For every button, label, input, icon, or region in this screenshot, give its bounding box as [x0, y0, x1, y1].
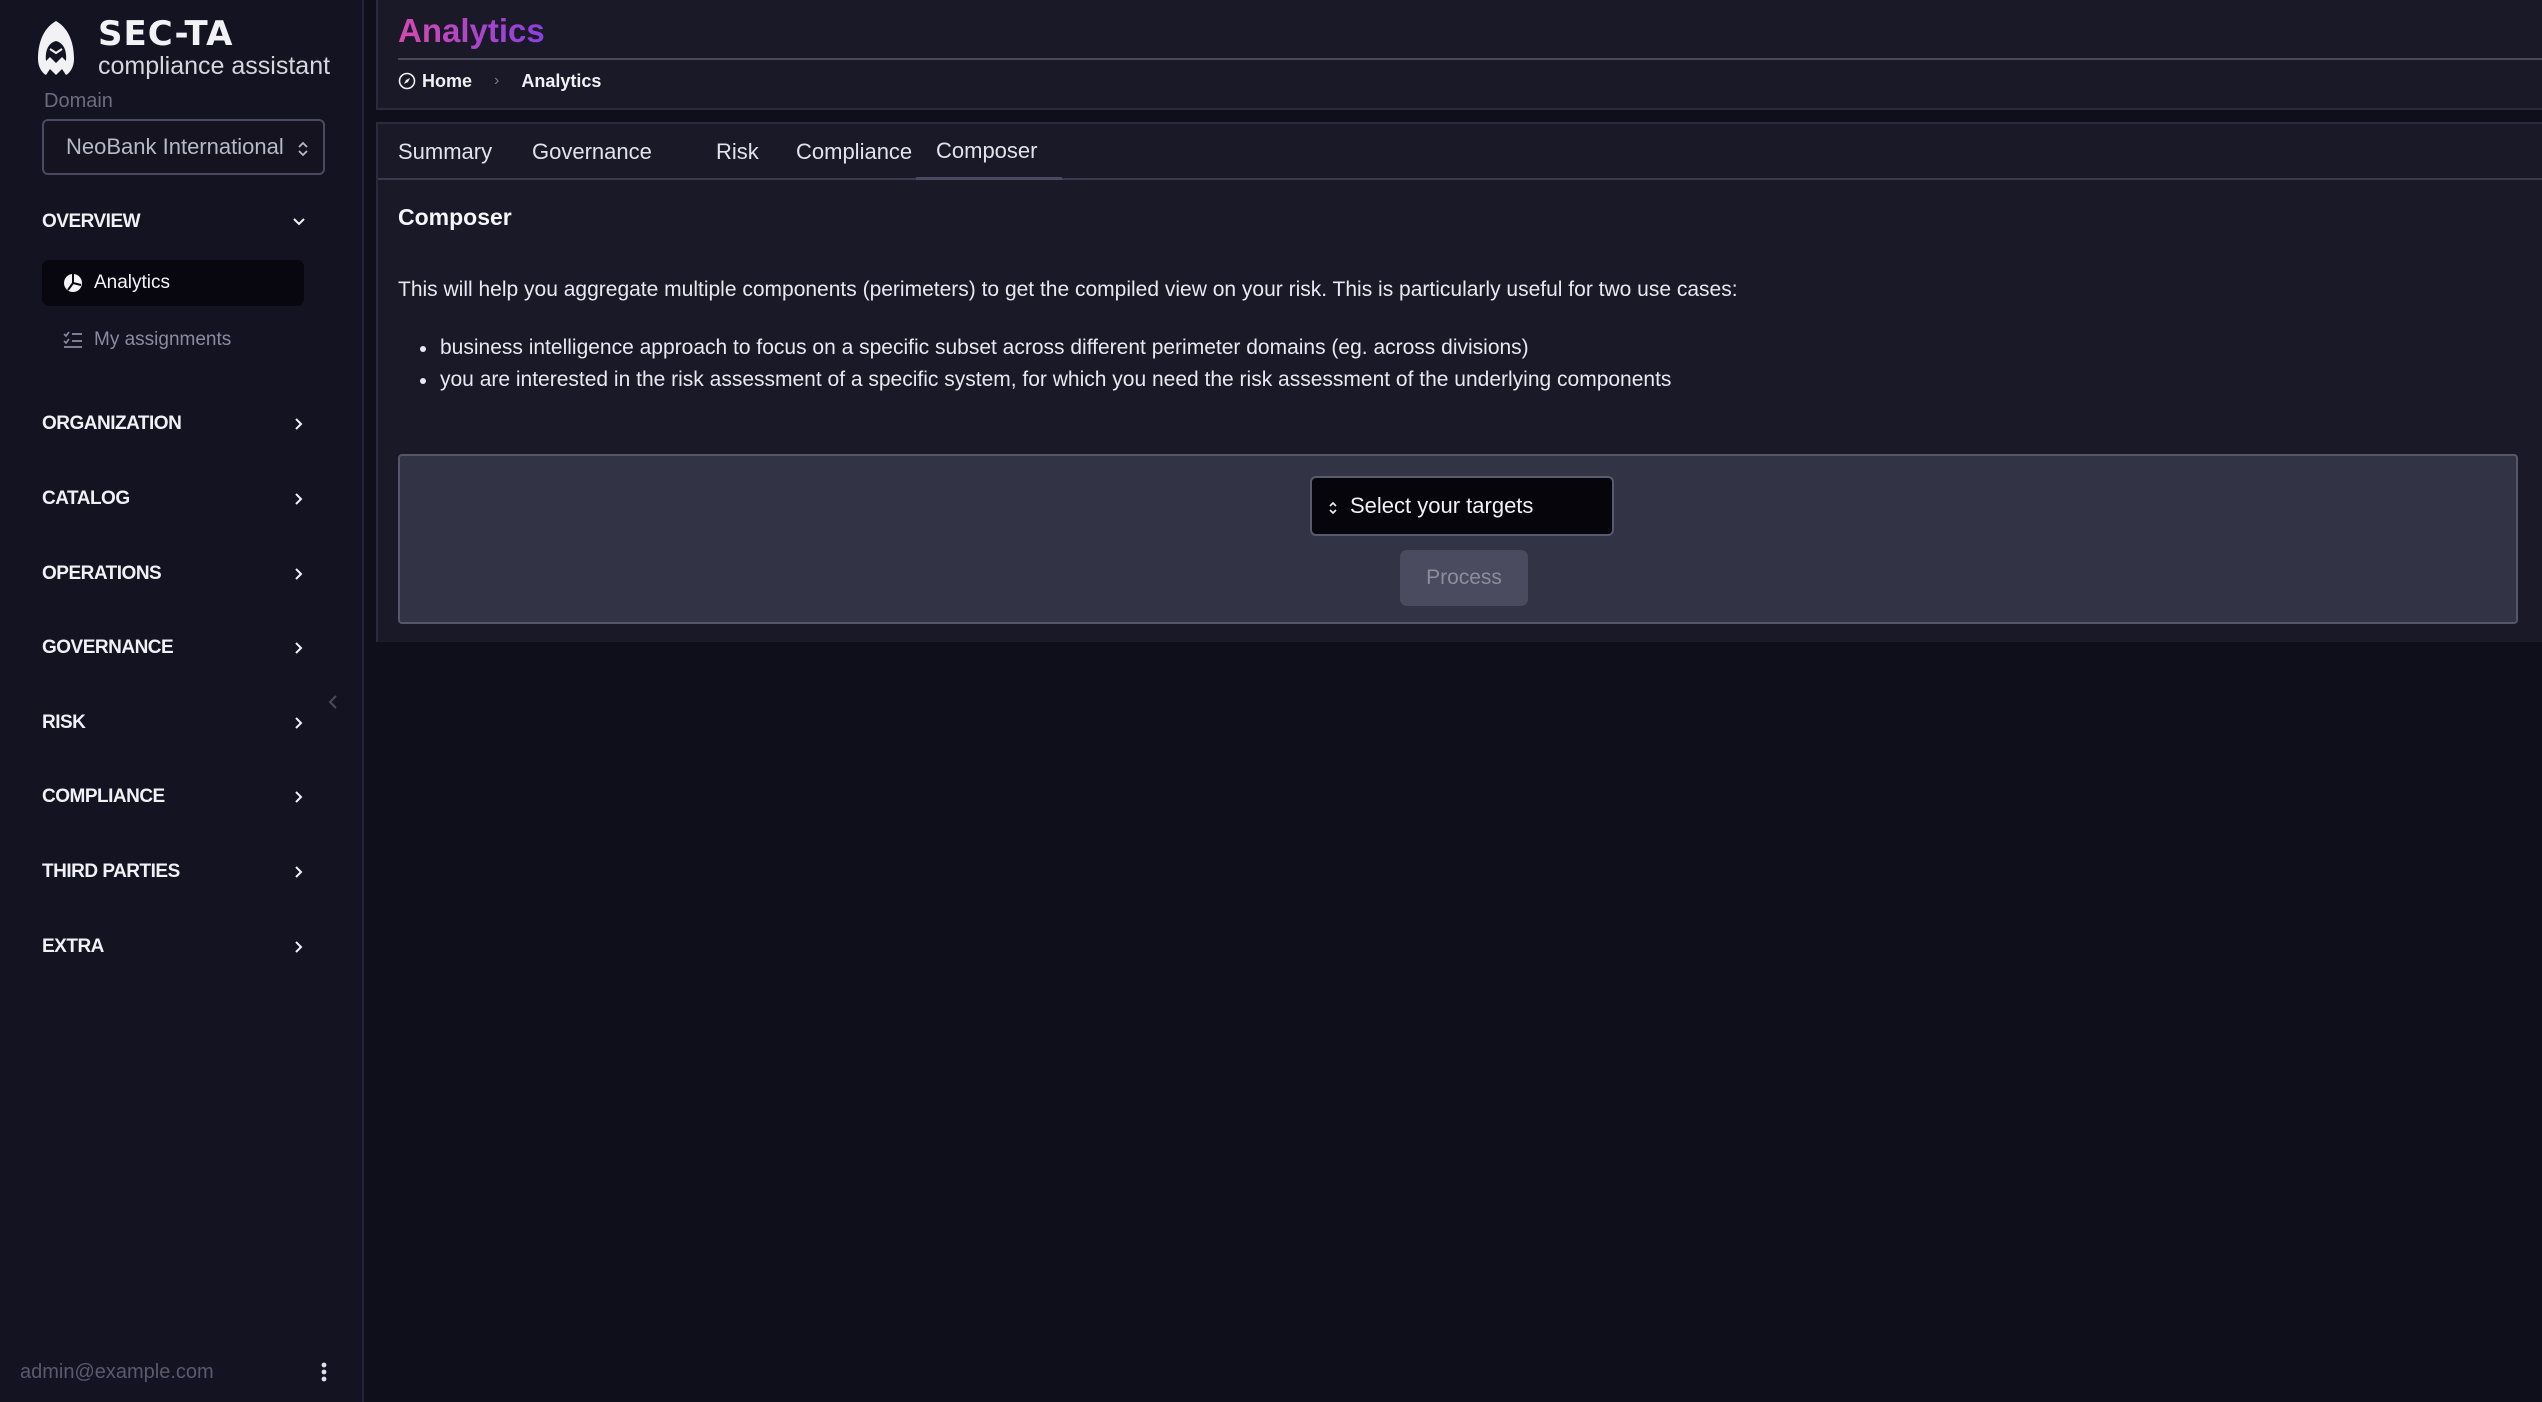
tab-summary[interactable]: Summary — [378, 124, 512, 180]
nav-section-governance[interactable]: GOVERNANCE — [42, 628, 306, 668]
nav-section-third-parties[interactable]: THIRD PARTIES — [42, 852, 306, 892]
domain-select-value: NeoBank International — [66, 134, 284, 159]
breadcrumb-home-label: Home — [422, 70, 473, 91]
chevron-right-icon — [295, 941, 303, 953]
nav-section-operations[interactable]: OPERATIONS — [42, 554, 306, 594]
targets-select[interactable]: Select your targets — [1310, 476, 1614, 536]
tab-compliance[interactable]: Compliance — [776, 124, 932, 180]
brand-name: SEC-TA — [98, 14, 234, 54]
sidebar-item-analytics[interactable]: Analytics — [42, 260, 304, 306]
nav-section-label: OVERVIEW — [42, 211, 141, 232]
user-email: admin@example.com — [20, 1360, 214, 1383]
composer-box: Select your targets Process — [398, 454, 2518, 624]
nav-section-label: GOVERNANCE — [42, 637, 174, 658]
nav-section-label: THIRD PARTIES — [42, 861, 180, 882]
nav-section-label: COMPLIANCE — [42, 786, 165, 807]
domain-select[interactable]: NeoBank International — [42, 119, 325, 175]
nav-section-extra[interactable]: EXTRA — [42, 927, 306, 967]
sidebar: SEC-TA compliance assistant Domain NeoBa… — [0, 0, 364, 1402]
hooded-logo-icon — [38, 21, 74, 75]
chevron-down-icon — [293, 218, 305, 226]
chevron-right-icon — [295, 642, 303, 654]
breadcrumb-home[interactable]: Home — [398, 71, 472, 92]
nav-section-label: RISK — [42, 712, 86, 733]
nav-section-compliance[interactable]: COMPLIANCE — [42, 777, 306, 817]
header-divider — [398, 58, 2542, 60]
process-button[interactable]: Process — [1400, 550, 1528, 606]
nav-section-overview[interactable]: OVERVIEW — [42, 202, 306, 242]
collapse-sidebar-icon[interactable] — [326, 692, 340, 712]
chart-pie-icon — [64, 274, 82, 292]
targets-select-placeholder: Select your targets — [1350, 493, 1534, 518]
sidebar-item-my-assignments[interactable]: My assignments — [42, 317, 304, 363]
nav-section-organization[interactable]: ORGANIZATION — [42, 404, 306, 444]
analytics-panel: Summary Governance Risk Compliance Compo… — [376, 122, 2542, 642]
up-down-chevron-icon — [298, 141, 308, 157]
chevron-right-icon — [295, 717, 303, 729]
nav-section-label: OPERATIONS — [42, 563, 162, 584]
list-item: you are interested in the risk assessmen… — [420, 364, 1671, 396]
nav-section-label: EXTRA — [42, 936, 104, 957]
tab-risk[interactable]: Risk — [696, 124, 779, 180]
up-down-chevron-icon — [1329, 501, 1337, 515]
nav-section-label: CATALOG — [42, 488, 130, 509]
chevron-right-icon — [295, 791, 303, 803]
page-header: Analytics Home › Analytics — [376, 0, 2542, 110]
domain-label: Domain — [44, 90, 113, 112]
tab-composer[interactable]: Composer — [916, 124, 1062, 180]
more-vertical-icon[interactable] — [318, 1360, 330, 1384]
sidebar-item-label: My assignments — [94, 329, 232, 350]
tab-bar: Summary Governance Risk Compliance Compo… — [378, 124, 2542, 180]
nav-section-risk[interactable]: RISK — [42, 703, 306, 743]
composer-heading: Composer — [398, 204, 512, 230]
breadcrumb-separator: › — [494, 72, 500, 89]
brand-subtitle: compliance assistant — [98, 52, 331, 80]
chevron-right-icon — [295, 418, 303, 430]
compass-icon — [398, 72, 416, 90]
tab-governance[interactable]: Governance — [512, 124, 672, 180]
nav-section-catalog[interactable]: CATALOG — [42, 479, 306, 519]
chevron-right-icon — [295, 493, 303, 505]
sidebar-footer: admin@example.com — [20, 1357, 330, 1387]
chevron-right-icon — [295, 568, 303, 580]
list-check-icon — [63, 331, 82, 348]
brand[interactable]: SEC-TA compliance assistant — [34, 16, 330, 80]
composer-use-cases: business intelligence approach to focus … — [420, 332, 1671, 396]
page-title: Analytics — [398, 12, 545, 49]
composer-intro: This will help you aggregate multiple co… — [398, 278, 1738, 301]
breadcrumb: Home › Analytics — [398, 68, 601, 94]
breadcrumb-current: Analytics — [521, 70, 602, 91]
nav-section-label: ORGANIZATION — [42, 413, 182, 434]
list-item: business intelligence approach to focus … — [420, 332, 1671, 364]
chevron-right-icon — [295, 866, 303, 878]
sidebar-item-label: Analytics — [94, 272, 171, 293]
